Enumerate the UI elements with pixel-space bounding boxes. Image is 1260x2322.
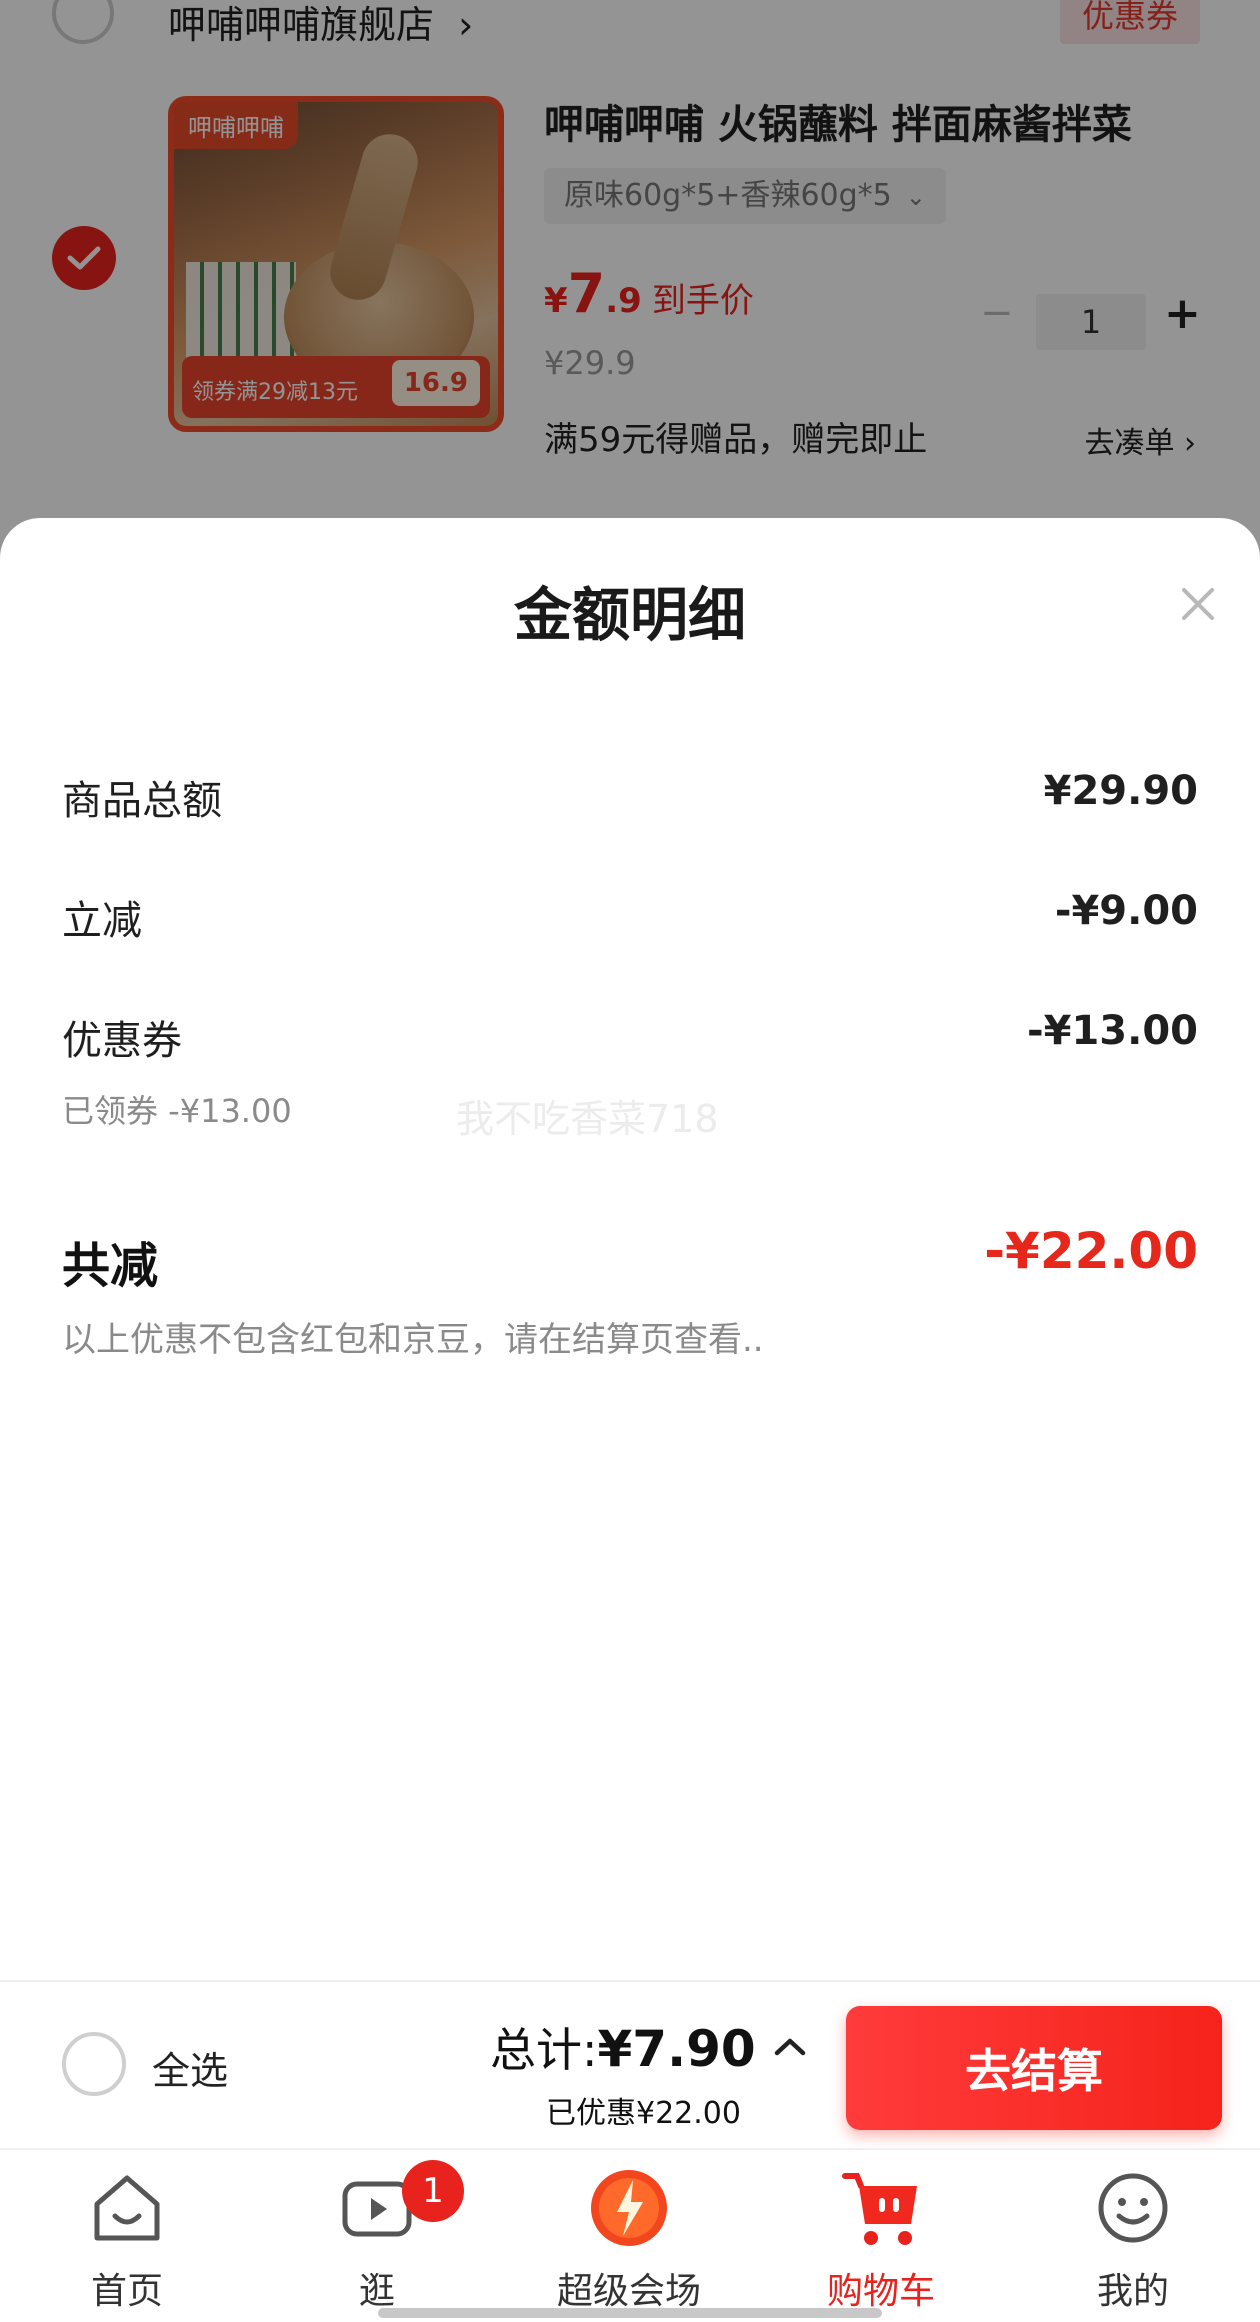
notification-badge: 1 [402,2160,464,2222]
tab-super-venue-label: 超级会场 [556,2271,701,2312]
profile-icon [1091,2166,1175,2250]
home-indicator[interactable] [378,2308,882,2318]
select-all-label[interactable]: 全选 [152,2040,228,2095]
saved-amount: 已优惠¥22.00 [546,2096,741,2131]
modal-overlay[interactable] [0,0,1260,560]
home-icon [85,2166,169,2250]
cart-icon [839,2166,923,2250]
discount-note: 以上优惠不包含红包和京豆，请在结算页查看.. [62,1320,764,1360]
checkout-bar: 全选 总计:¥7.90 已优惠¥22.00 去结算 [0,1980,1260,2148]
watermark: 我不吃香菜718 [456,1097,719,1141]
tab-browse-label: 逛 [358,2271,395,2312]
amount-detail-sheet: 金额明细 商品总额 ¥29.90 立减 -¥9.00 优惠券 -¥13.00 已… [0,518,1260,1980]
total-amount: ¥7.90 [597,2020,756,2078]
total-label: 总计: [490,2023,598,2077]
select-all-radio[interactable] [62,2032,126,2096]
tab-browse[interactable]: 1 逛 [252,2160,502,2312]
tab-profile-label: 我的 [1096,2271,1169,2312]
total-discount-label: 共减 [62,1238,159,1294]
bottom-tab-bar: 首页 1 逛 超级会场 购物车 我的 [0,2148,1260,2322]
total-discount-value: -¥22.00 [984,1222,1198,1280]
tab-home-label: 首页 [90,2271,163,2312]
coupon-claimed: 已领券 -¥13.00 [62,1092,292,1130]
tab-super-venue[interactable]: 超级会场 [504,2166,754,2312]
chevron-up-icon [774,2038,806,2056]
close-button[interactable] [1170,576,1226,632]
close-icon [1182,588,1214,620]
detail-toggle-button[interactable] [770,2026,810,2066]
sheet-title: 金额明细 [513,581,746,649]
tab-profile[interactable]: 我的 [1008,2166,1258,2312]
tab-cart-label: 购物车 [826,2271,935,2312]
goods-total-label: 商品总额 [62,778,222,824]
tab-home[interactable]: 首页 [2,2166,252,2312]
super-venue-icon [587,2166,671,2250]
total-summary[interactable]: 总计:¥7.90 [490,2014,756,2080]
instant-discount-value: -¥9.00 [1054,888,1198,934]
coupon-label: 优惠券 [62,1018,182,1064]
instant-discount-label: 立减 [62,898,142,944]
goods-total-value: ¥29.90 [1043,768,1198,814]
checkout-button[interactable]: 去结算 [846,2006,1222,2130]
tab-cart[interactable]: 购物车 [756,2166,1006,2312]
coupon-value: -¥13.00 [1027,1008,1198,1054]
